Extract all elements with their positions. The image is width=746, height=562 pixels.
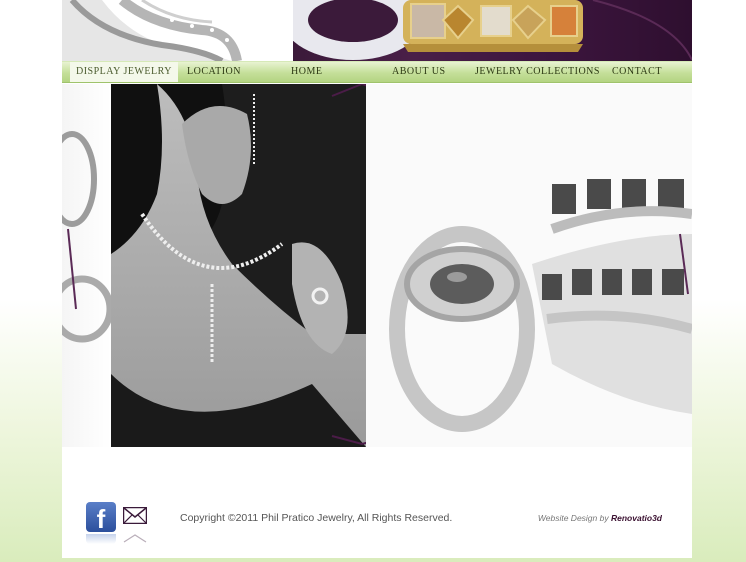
footer: f Copyright ©2011 Phil Pratico Jewelry, …: [62, 447, 692, 558]
page-container: Display Jewelry Location Home About Us J…: [62, 0, 692, 558]
nav-location[interactable]: Location: [187, 62, 241, 82]
hero-jewelry-image: [62, 84, 692, 447]
nav-jewelry-collections[interactable]: Jewelry Collections: [475, 62, 600, 82]
facebook-icon-reflection: [86, 534, 116, 544]
mail-icon[interactable]: [123, 507, 147, 524]
main-navigation: Display Jewelry Location Home About Us J…: [62, 61, 692, 83]
nav-home[interactable]: Home: [291, 62, 322, 82]
copyright-text: Copyright ©2011 Phil Pratico Jewelry, Al…: [180, 512, 453, 524]
nav-display-jewelry[interactable]: Display Jewelry: [70, 62, 178, 82]
hero-slideshow: [62, 84, 692, 447]
mail-icon-reflection: [123, 534, 147, 543]
ring-banner-image: [62, 0, 242, 61]
nav-contact[interactable]: Contact: [612, 62, 662, 82]
header-banner-left: [62, 0, 293, 61]
designer-link[interactable]: Renovatio3d: [611, 513, 662, 523]
facebook-icon[interactable]: f: [86, 502, 116, 532]
gem-ring-banner-image: [293, 0, 692, 61]
design-credit: Website Design by Renovatio3d: [538, 513, 662, 523]
design-credit-prefix: Website Design by: [537, 513, 609, 523]
nav-about-us[interactable]: About Us: [392, 62, 446, 82]
header-banner-right: [293, 0, 692, 61]
